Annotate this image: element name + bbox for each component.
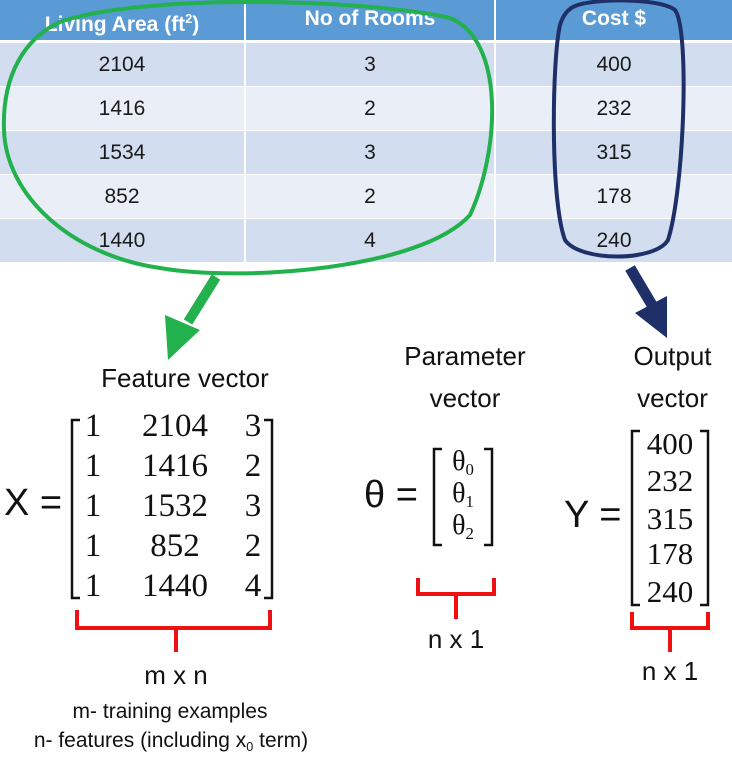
matrix-cell: 1 <box>84 488 102 524</box>
output-entry: 315 <box>646 501 694 536</box>
matrix-cell: 2104 <box>142 408 208 444</box>
green-arrow-shaft <box>183 274 221 325</box>
matrix-cell: 1 <box>84 448 102 484</box>
y-red-brace <box>630 612 710 652</box>
parameter-matrix: θ0 θ1 θ2 <box>436 446 490 546</box>
y-symbol: Y = <box>564 494 622 536</box>
navy-loop <box>551 0 686 259</box>
matrix-cell: 1 <box>84 568 102 604</box>
matrix-cell: 852 <box>150 528 200 564</box>
matrix-cell: 1 <box>84 408 102 444</box>
output-dims: n x 1 <box>641 656 699 686</box>
feature-vector-title: Feature vector <box>101 363 269 393</box>
matrix-cell: 4 <box>244 568 262 604</box>
output-entry: 178 <box>646 536 694 571</box>
theta-entry: θ1 <box>452 478 474 512</box>
parameter-dims: n x 1 <box>427 624 485 654</box>
feature-note-n: n- features (including x0 term) <box>33 729 309 754</box>
matrix-cell: 3 <box>244 408 262 444</box>
output-entry: 232 <box>646 463 694 498</box>
output-matrix: 400 232 315 178 240 <box>634 426 706 609</box>
matrix-cell: 1532 <box>142 488 208 524</box>
output-entry: 240 <box>646 574 694 609</box>
output-title-2: vector <box>637 383 708 413</box>
feature-note-m: m- training examples <box>72 700 268 723</box>
matrix-cell: 2 <box>244 448 262 484</box>
navy-arrow-shaft <box>625 265 657 308</box>
x-symbol: X = <box>4 482 63 524</box>
feature-dims: m x n <box>144 660 208 690</box>
feature-matrix: 1 2104 3 1 1416 2 1 1532 3 1 852 2 1 144… <box>72 408 272 604</box>
green-arrow-head <box>165 315 200 360</box>
output-title-1: Output <box>633 341 712 371</box>
theta-entry: θ2 <box>452 510 474 544</box>
green-loop <box>1 0 495 276</box>
output-entry: 400 <box>646 426 694 461</box>
parameter-title-1: Parameter <box>404 341 526 371</box>
theta-entry: θ0 <box>452 446 474 480</box>
matrix-cell: 1440 <box>142 568 208 604</box>
matrix-cell: 3 <box>244 488 262 524</box>
theta-symbol: θ = <box>364 474 418 516</box>
x-red-brace <box>75 610 272 652</box>
matrix-cell: 1 <box>84 528 102 564</box>
matrix-cell: 2 <box>244 528 262 564</box>
parameter-title-2: vector <box>429 383 501 413</box>
theta-red-brace <box>416 578 496 619</box>
matrix-cell: 1416 <box>142 448 208 484</box>
